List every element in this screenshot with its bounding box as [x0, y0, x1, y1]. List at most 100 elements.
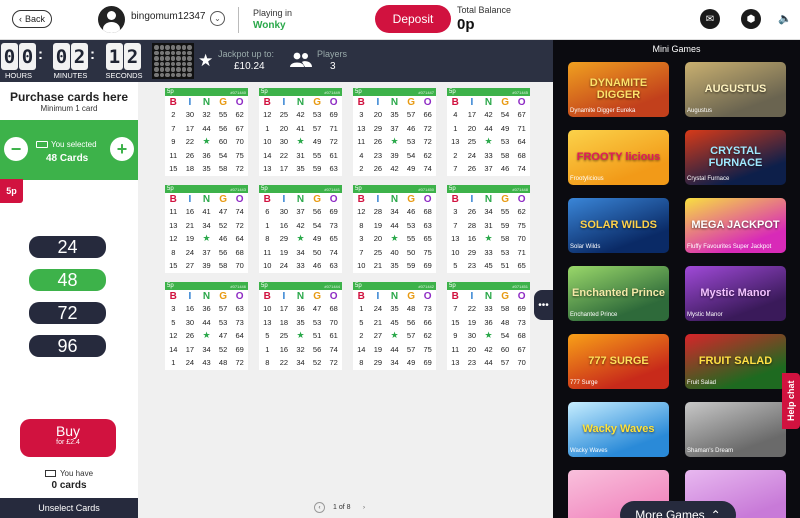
- bingo-letter: N: [202, 193, 211, 205]
- card-number: 34: [390, 358, 399, 368]
- bingo-letter: N: [484, 96, 493, 108]
- bingo-card[interactable]: 5p #071442 B I N G O 1 24 35 48 73 5 21 45 56 66 2 27 ★ 57 62…: [353, 282, 436, 370]
- bingo-card[interactable]: 5p #071440 B I N G O 2 30 32 55 62 7 17 44 56 67 9 22 ★ 60 70…: [165, 88, 248, 176]
- volume-icon[interactable]: 🔈: [778, 12, 792, 25]
- chevron-down-icon[interactable]: ⌄: [210, 11, 225, 26]
- card-number: 35: [202, 164, 211, 174]
- card-number: 29: [373, 358, 383, 368]
- card-number: 13: [169, 220, 178, 230]
- card-number: 16: [185, 207, 195, 217]
- card-number: 13: [451, 234, 460, 244]
- bingo-card[interactable]: 5p #071445 B I N G O 4 17 42 54 67 1 20 44 49 71 13 25 ★ 53 6…: [447, 88, 530, 176]
- card-header: 5p #071448: [447, 185, 530, 193]
- unselect-cards-button[interactable]: Unselect Cards: [0, 498, 138, 518]
- card-row: 1 16 32 56 74: [259, 343, 342, 357]
- ball-dot: [154, 56, 159, 61]
- card-header: 5p #071442: [353, 282, 436, 290]
- card-number: 16: [467, 234, 477, 244]
- quantity-48-button[interactable]: 48: [29, 269, 106, 291]
- chevron-left-icon: ‹: [18, 14, 22, 24]
- bingo-card[interactable]: 5p #071448 B I N G O 3 26 34 55 62 7 28 31 59 75 13 16 ★ 58 7…: [447, 185, 530, 273]
- mini-game-label: 777 Surge: [570, 380, 598, 386]
- card-number: 35: [390, 304, 399, 314]
- ball-dot: [170, 56, 176, 61]
- card-number: 10: [263, 261, 272, 271]
- card-row: 9 30 ★ 54 68: [447, 329, 530, 343]
- card-number: 10: [451, 247, 460, 257]
- card-number: 54: [218, 150, 228, 160]
- card-number: 48: [406, 304, 416, 314]
- increase-button[interactable]: +: [110, 137, 134, 161]
- card-number: 57: [218, 304, 228, 314]
- card-number: 10: [263, 304, 272, 314]
- card-number: 12: [169, 234, 178, 244]
- card-row: 13 21 34 52 72: [165, 219, 248, 233]
- card-row: 13 17 35 59 63: [259, 162, 342, 176]
- quantity-96-button[interactable]: 96: [29, 335, 106, 357]
- card-number: 7: [453, 220, 458, 230]
- bingo-letter: O: [235, 290, 244, 302]
- card-number: 15: [169, 164, 178, 174]
- pagination: ‹ 1 of 8 ›: [314, 502, 370, 513]
- quantity-24-button[interactable]: 24: [29, 236, 106, 258]
- card-price: 5p: [261, 186, 268, 192]
- card-number: 13: [451, 137, 460, 147]
- card-number: 57: [406, 331, 416, 341]
- more-games-button[interactable]: More Games ⌃: [620, 501, 736, 518]
- card-row: 3 20 35 57 66: [353, 108, 436, 122]
- hours-label: HOURS: [4, 71, 33, 80]
- card-number: 5: [359, 317, 364, 327]
- chevron-left-icon[interactable]: ‹: [314, 502, 325, 513]
- card-number: 56: [406, 317, 416, 327]
- buy-button[interactable]: Buy for £2.4: [20, 419, 116, 457]
- card-number: 68: [517, 331, 526, 341]
- balance-label: Total Balance: [457, 5, 512, 15]
- card-number: 63: [329, 164, 338, 174]
- bingo-card[interactable]: 5p #071446 B I N G O 3 16 36 57 63 5 30 44 53 73 12 26 ★ 47 6…: [165, 282, 248, 370]
- bingo-letter: G: [219, 193, 227, 205]
- card-number: 5: [265, 331, 270, 341]
- card-number: 43: [202, 358, 211, 368]
- bingo-card[interactable]: 5p #071443 B I N G O 11 16 41 47 74 13 21 34 52 72 12 19 ★ 4…: [165, 185, 248, 273]
- ball-dot: [165, 56, 170, 61]
- card-number: 7: [453, 304, 458, 314]
- card-id: #071444: [324, 283, 340, 289]
- help-chat-button[interactable]: Help chat: [782, 373, 800, 429]
- card-number: 49: [500, 123, 510, 133]
- card-number: 44: [202, 317, 211, 327]
- card-id: #071449: [324, 89, 340, 95]
- bingo-letter: O: [329, 96, 338, 108]
- deposit-button[interactable]: Deposit: [375, 5, 451, 33]
- quantity-72-button[interactable]: 72: [29, 302, 106, 324]
- card-number: 8: [265, 358, 270, 368]
- chevron-right-icon[interactable]: ›: [359, 502, 370, 513]
- bingo-card[interactable]: 5p #071449 B I N G O 12 25 42 53 69 1 20 41 57 71 10 30 ★ 49…: [259, 88, 342, 176]
- bingo-card[interactable]: 5p #071447 B I N G O 3 20 35 57 66 13 29 37 46 72 11 26 ★ 53…: [353, 88, 436, 176]
- bingo-card[interactable]: 5p #071441 B I N G O 6 30 37 56 69 1 16 42 54 73 8 29 ★ 49 65…: [259, 185, 342, 273]
- card-number: 28: [467, 220, 477, 230]
- card-number: 2: [171, 110, 176, 120]
- card-number: 8: [359, 358, 364, 368]
- mail-icon[interactable]: ✉: [700, 9, 720, 29]
- card-number: 73: [235, 317, 244, 327]
- card-number: 27: [373, 331, 383, 341]
- mini-game-label: Fluffy Favourites Super Jackpot: [687, 244, 772, 250]
- card-number: 62: [517, 207, 526, 217]
- card-row: 15 19 36 48 73: [447, 316, 530, 330]
- bingo-card[interactable]: 5p #071450 B I N G O 12 28 34 46 68 8 19 44 53 63 3 20 ★ 55 6…: [353, 185, 436, 273]
- game-status-bar: 0 0 : 0 2 : 1 2 HOURS MINUTES SECONDS ★ …: [0, 40, 553, 82]
- bingo-letter: I: [470, 96, 474, 108]
- bingo-letter: N: [296, 193, 305, 205]
- bingo-card[interactable]: 5p #071451 B I N G O 7 22 33 58 69 15 19 36 48 73 9 30 ★ 54 6…: [447, 282, 530, 370]
- back-button[interactable]: ‹ Back: [12, 10, 52, 28]
- card-number: 73: [517, 317, 526, 327]
- cube-icon[interactable]: ⬢: [741, 9, 761, 29]
- purchase-panel: Purchase cards here Minimum 1 card − You…: [0, 82, 138, 518]
- card-number: 70: [517, 358, 526, 368]
- ball-dot: [187, 72, 192, 77]
- avatar[interactable]: [98, 6, 125, 33]
- bingo-card[interactable]: 5p #071444 B I N G O 10 17 36 47 68 13 18 35 53 70 5 25 ★ 51…: [259, 282, 342, 370]
- decrease-button[interactable]: −: [4, 137, 28, 161]
- card-number: 65: [423, 234, 432, 244]
- chat-bubble-icon[interactable]: •••: [534, 290, 553, 320]
